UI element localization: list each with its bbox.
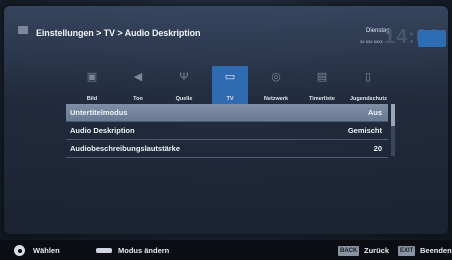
navigation-pad-icon — [14, 245, 25, 256]
settings-list: Untertitelmodus Aus Audio Deskription Ge… — [66, 104, 388, 158]
tab-label: Jugendschutz — [350, 96, 387, 102]
scrollbar-thumb[interactable] — [391, 104, 395, 126]
date-label: xx xxx xxxx — [360, 39, 383, 44]
tab-label: TV — [226, 96, 234, 102]
tab-netzwerk[interactable]: ◎ Netzwerk — [258, 66, 294, 108]
globe-icon: ◎ — [271, 71, 281, 83]
menu-item-label: Audiobeschreibungslautstärke — [70, 144, 181, 153]
menu-item-audio-deskription[interactable]: Audio Deskription Gemischt — [66, 122, 388, 140]
back-key-icon: BACK — [338, 246, 360, 256]
menu-item-value: Aus — [367, 108, 382, 117]
tab-jugendschutz[interactable]: ▯ Jugendschutz — [350, 66, 387, 108]
header: Einstellungen > TV > Audio Deskription D… — [4, 6, 448, 54]
select-hint: Wählen — [33, 246, 60, 255]
exit-hint: Beenden — [420, 246, 452, 255]
back-hint: Zurück — [364, 246, 390, 255]
menu-item-value: Gemischt — [347, 126, 382, 135]
menu-item-value: 20 — [373, 144, 382, 153]
footer-help-bar: Wählen Modus ändern BACK Zurück EXIT Bee… — [0, 240, 452, 260]
status-badge — [418, 30, 446, 47]
tab-label: Timerliste — [309, 96, 335, 102]
timer-icon: ▤ — [316, 71, 328, 83]
tab-bild[interactable]: ▣ Bild — [74, 66, 110, 108]
antenna-icon: Ψ — [179, 71, 189, 83]
tab-ton[interactable]: ◀ Ton — [120, 66, 156, 108]
tab-label: Ton — [133, 96, 143, 102]
exit-key-icon: EXIT — [398, 246, 416, 256]
picture-icon: ▣ — [86, 71, 98, 83]
mode-hint: Modus ändern — [118, 246, 170, 255]
menu-item-audiobeschreibungslautstaerke[interactable]: Audiobeschreibungslautstärke 20 — [66, 140, 388, 158]
menu-item-label: Untertitelmodus — [70, 108, 128, 117]
tab-tv[interactable]: ▭ TV — [212, 66, 248, 108]
menu-item-label: Audio Deskription — [70, 126, 135, 135]
settings-icon — [18, 26, 28, 34]
tv-screen: Einstellungen > TV > Audio Deskription D… — [0, 0, 452, 260]
tab-timerliste[interactable]: ▤ Timerliste — [304, 66, 340, 108]
breadcrumb: Einstellungen > TV > Audio Deskription — [36, 28, 201, 38]
speaker-icon: ◀ — [133, 71, 143, 83]
left-right-keys-icon — [96, 248, 112, 253]
tab-label: Quelle — [175, 96, 193, 102]
tv-icon: ▭ — [224, 71, 236, 83]
tab-quelle[interactable]: Ψ Quelle — [166, 66, 202, 108]
tab-label: Netzwerk — [263, 96, 289, 102]
menu-item-untertitelmodus[interactable]: Untertitelmodus Aus — [66, 104, 388, 122]
tab-label: Bild — [86, 96, 98, 102]
lock-icon: ▯ — [364, 71, 372, 83]
